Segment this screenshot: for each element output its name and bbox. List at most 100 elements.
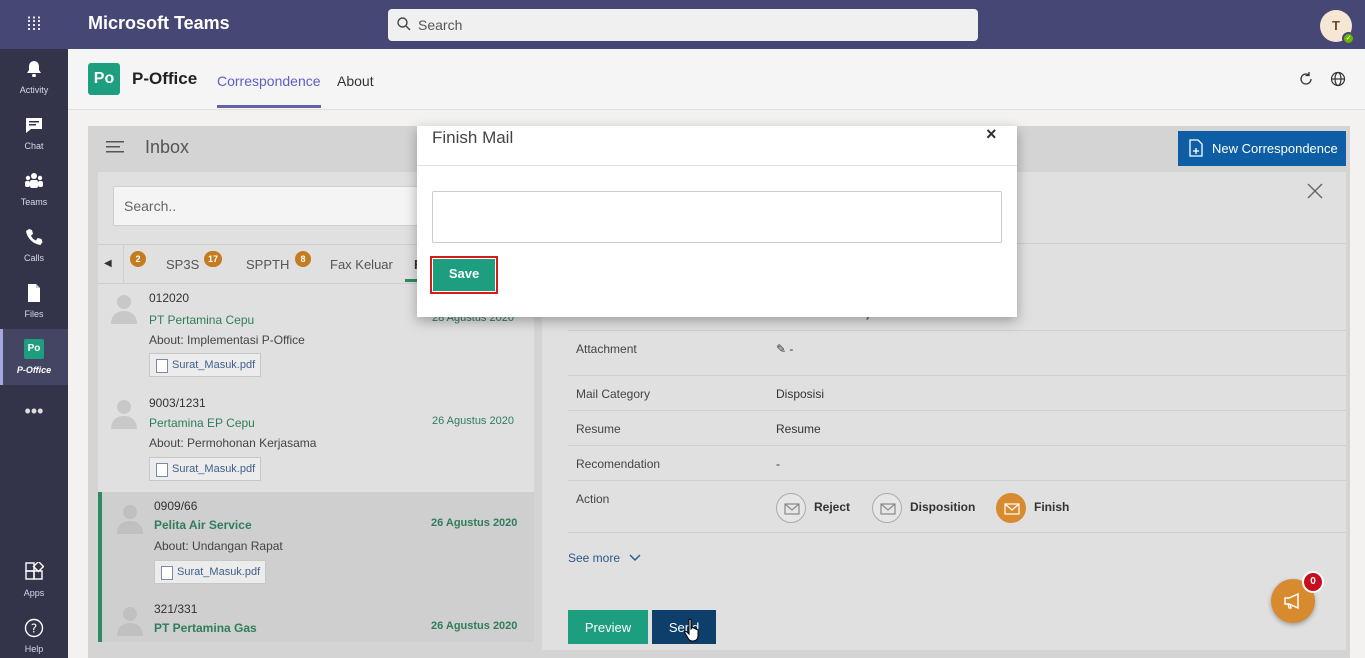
save-button-label: Save	[433, 259, 495, 291]
new-correspondence-button[interactable]: New Correspondence	[1178, 131, 1346, 166]
action-label: Reject	[814, 500, 851, 514]
mail-about: About: Permohonan Kerjasama	[149, 436, 317, 450]
rail-item-apps[interactable]: Apps	[0, 552, 68, 608]
mail-number: 0909/66	[154, 499, 198, 513]
detail-label: Recomendation	[576, 457, 661, 471]
app-name: P-Office	[132, 69, 198, 88]
p-office-icon: Po	[24, 339, 44, 359]
megaphone-icon	[1284, 592, 1299, 610]
close-icon[interactable]	[1306, 182, 1324, 200]
tab-sp3s[interactable]: SP3S	[166, 257, 199, 272]
rail-label: Chat	[24, 141, 44, 151]
tab-correspondence[interactable]: Correspondence	[217, 73, 321, 89]
tab-fax-keluar[interactable]: Fax Keluar	[330, 257, 393, 272]
tab-badge: 2	[130, 251, 146, 267]
user-avatar-icon	[111, 295, 137, 324]
mail-search-input[interactable]: Search..	[113, 186, 423, 226]
mail-number: 321/331	[154, 602, 198, 616]
divider	[123, 245, 124, 283]
teams-icon	[25, 173, 43, 188]
attachment-chip[interactable]: Surat_Masuk.pdf	[154, 560, 267, 584]
app-title: Microsoft Teams	[88, 13, 230, 33]
bell-icon	[27, 61, 41, 77]
attachment-chip[interactable]: Surat_Masuk.pdf	[149, 353, 262, 377]
app-header: Po P-Office Correspondence About	[68, 49, 1365, 110]
rail-item-help[interactable]: ? Help	[0, 608, 68, 658]
rail-item-p-office[interactable]: Po P-Office	[0, 329, 68, 385]
detail-value: ✎ -	[776, 342, 793, 356]
save-button[interactable]: Save	[430, 256, 498, 294]
list-item-selected[interactable]: 0909/66 Pelita Air Service 26 Agustus 20…	[98, 492, 534, 642]
search-input[interactable]: Search	[388, 9, 978, 41]
attachment-value: -	[789, 342, 794, 356]
rail-label: Teams	[20, 197, 48, 207]
tab-about[interactable]: About	[337, 73, 374, 89]
p-office-logo: Po	[88, 63, 120, 95]
detail-row	[568, 376, 1346, 411]
help-icon: ?	[24, 618, 44, 638]
notification-badge: 0	[1302, 571, 1324, 593]
refresh-icon[interactable]	[1298, 71, 1314, 87]
detail-row	[568, 446, 1346, 481]
rail-item-calls[interactable]: Calls	[0, 217, 68, 273]
new-correspondence-label: New Correspondence	[1212, 141, 1338, 156]
chat-icon	[26, 118, 42, 133]
user-avatar-icon	[117, 505, 143, 534]
mail-date: 26 Agustus 2020	[431, 517, 518, 529]
app-launcher-icon[interactable]: ⁞⁞⁞	[20, 13, 48, 35]
tab-sppth[interactable]: SPPTH	[246, 257, 289, 272]
detail-label: Mail Category	[576, 387, 651, 401]
tab-badge: 8	[295, 251, 311, 267]
disposition-mail-icon	[872, 493, 902, 523]
detail-row	[568, 331, 1346, 376]
mail-about: About: Implementasi P-Office	[149, 333, 305, 347]
user-avatar-icon	[111, 400, 137, 429]
detail-value: Disposisi	[776, 387, 825, 401]
avatar-initial: T	[1332, 18, 1340, 33]
inbox-title: Inbox	[145, 137, 190, 157]
globe-icon[interactable]	[1330, 71, 1346, 87]
presence-available-icon: ✓	[1342, 32, 1355, 45]
new-document-icon	[1189, 139, 1203, 157]
see-more-link[interactable]: See more	[568, 551, 641, 565]
rail-item-files[interactable]: Files	[0, 273, 68, 329]
top-bar: ⁞⁞⁞ Microsoft Teams Search T ✓	[0, 0, 1365, 49]
left-rail: Activity Chat Teams Calls Files Po P-Off…	[0, 49, 68, 658]
scroll-left-icon[interactable]: ◀	[104, 258, 112, 269]
mail-sender: PT Pertamina Cepu	[149, 313, 255, 327]
preview-button[interactable]: Preview	[568, 610, 648, 644]
attachment-chip[interactable]: Surat_Masuk.pdf	[149, 457, 262, 481]
finish-mail-icon	[996, 493, 1026, 523]
finish-mail-dialog: Finish Mail × Save	[417, 124, 1017, 317]
avatar[interactable]: T ✓	[1320, 10, 1355, 45]
menu-icon[interactable]	[106, 140, 124, 154]
file-icon	[28, 284, 40, 302]
mail-date: 26 Agustus 2020	[432, 415, 514, 427]
mail-about: About: Undangan Rapat	[154, 539, 283, 553]
reject-mail-icon	[776, 493, 806, 523]
mail-sender: Pelita Air Service	[154, 518, 252, 532]
rail-label: Apps	[23, 588, 45, 598]
rail-item-activity[interactable]: Activity	[0, 49, 68, 105]
svg-text:?: ?	[31, 622, 37, 636]
mail-sender: Pertamina EP Cepu	[149, 416, 255, 430]
active-tab-indicator	[217, 105, 321, 108]
mail-date: 26 Agustus 2020	[431, 620, 518, 632]
mail-number: 012020	[149, 291, 190, 305]
detail-value: Resume	[776, 422, 821, 436]
detail-label: Action	[576, 492, 610, 506]
mail-number: 9003/1231	[149, 396, 206, 410]
rail-item-chat[interactable]: Chat	[0, 105, 68, 161]
search-icon	[397, 17, 411, 31]
dialog-title: Finish Mail	[432, 128, 514, 147]
more-apps-icon[interactable]: •••	[0, 401, 68, 422]
apps-icon	[25, 562, 44, 580]
finish-note-input[interactable]	[432, 191, 1002, 243]
close-icon[interactable]: ×	[986, 124, 997, 145]
user-avatar-icon	[117, 607, 143, 636]
chevron-down-icon	[629, 554, 641, 561]
list-item[interactable]: 9003/1231 Pertamina EP Cepu 26 Agustus 2…	[98, 389, 534, 492]
rail-item-teams[interactable]: Teams	[0, 161, 68, 217]
detail-value: -	[776, 457, 780, 471]
detail-row	[568, 411, 1346, 446]
